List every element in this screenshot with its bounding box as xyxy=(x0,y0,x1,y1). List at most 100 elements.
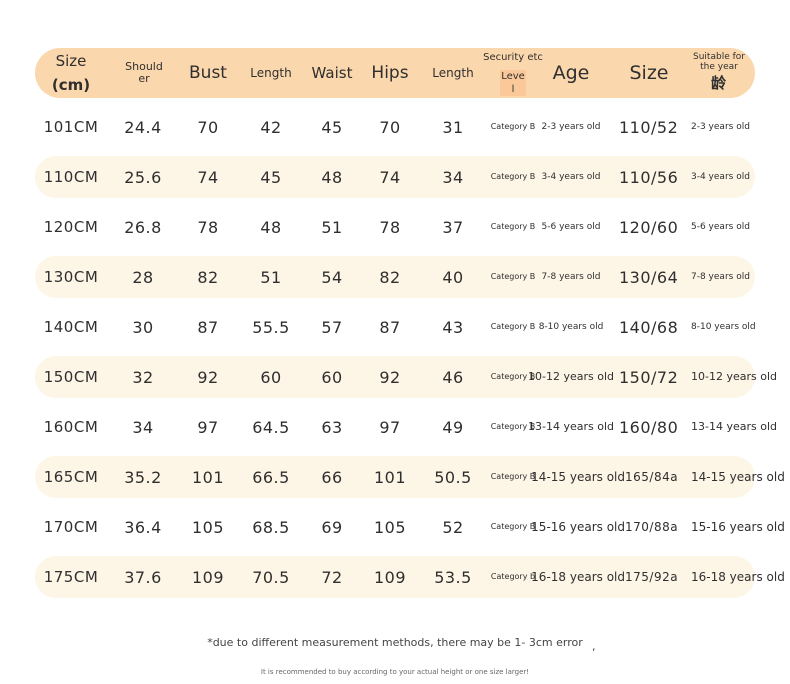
cell-size: 175/92a xyxy=(625,570,679,584)
cell-bust: 78 xyxy=(197,217,219,237)
table-row: 170CM 36.4 105 68.5 69 105 52 Category B 15-16 y… xyxy=(35,506,785,548)
cell-height: 165CM xyxy=(43,468,99,486)
cell-size: 110/56 xyxy=(619,167,679,187)
cell-height: 101CM xyxy=(43,118,99,136)
header-age: Age xyxy=(552,62,590,84)
cell-bust: 97 xyxy=(197,417,219,437)
cell-shoulder: 24.4 xyxy=(124,117,162,137)
header-length-2: Length xyxy=(432,66,474,80)
cell-suitable-age: 2-3 years old xyxy=(691,122,750,132)
cell-bust: 101 xyxy=(191,467,225,487)
cell-length-2: 49 xyxy=(442,417,464,437)
cell-waist: 63 xyxy=(321,417,343,437)
cell-suitable-age: 7-8 years old xyxy=(691,272,750,282)
cell-security-level: Category B xyxy=(490,222,536,231)
table-row: 130CM 28 82 51 54 82 40 Category B 7-8 years old… xyxy=(35,256,755,298)
purchase-note: It is recommended to buy according to yo… xyxy=(260,668,530,676)
cell-bust: 82 xyxy=(197,267,219,287)
cell-length: 66.5 xyxy=(252,467,290,487)
cell-age: 10-12 years old xyxy=(528,370,614,383)
cell-hips: 74 xyxy=(379,167,401,187)
cell-shoulder: 32 xyxy=(132,367,154,387)
cell-height: 130CM xyxy=(43,268,99,286)
cell-length-2: 46 xyxy=(442,367,464,387)
cell-shoulder: 34 xyxy=(132,417,154,437)
measurement-footnote: *due to different measurement methods, t… xyxy=(207,636,583,649)
cell-shoulder: 28 xyxy=(132,267,154,287)
header-shoulder: Shoulder xyxy=(125,60,163,85)
header-suitable: Suitable for the year 龄 xyxy=(691,48,755,98)
cell-length-2: 34 xyxy=(442,167,464,187)
cell-size: 170/88a xyxy=(625,520,679,534)
cell-age: 7-8 years old xyxy=(541,272,601,282)
cell-height: 120CM xyxy=(43,218,99,236)
table-row: 101CM 24.4 70 42 45 70 31 Category B 2-3 years o… xyxy=(35,106,755,148)
header-security: Security etc Level xyxy=(483,48,543,98)
header-size-2: Size xyxy=(629,62,669,84)
cell-shoulder: 36.4 xyxy=(124,517,162,537)
cell-shoulder: 25.6 xyxy=(124,167,162,187)
cell-waist: 60 xyxy=(321,367,343,387)
cell-bust: 70 xyxy=(197,117,219,137)
cell-age: 14-15 years old xyxy=(531,470,625,484)
cell-waist: 72 xyxy=(321,567,343,587)
table-row: 120CM 26.8 78 48 51 78 37 Category B 5-6 years o… xyxy=(35,206,755,248)
header-suitable-kanji: 龄 xyxy=(711,74,727,92)
cell-shoulder: 26.8 xyxy=(124,217,162,237)
header-hips: Hips xyxy=(371,63,409,83)
table-header: Size (cm) Shoulder Bust Length Waist Hip… xyxy=(35,48,755,98)
cell-suitable-age: 3-4 years old xyxy=(691,172,750,182)
cell-size: 140/68 xyxy=(619,317,679,337)
table-row: 160CM 34 97 64.5 63 97 49 Category B 13-14 years… xyxy=(35,406,777,448)
cell-suitable-age: 5-6 years old xyxy=(691,222,750,232)
cell-shoulder: 37.6 xyxy=(124,567,162,587)
cell-bust: 92 xyxy=(197,367,219,387)
cell-shoulder: 30 xyxy=(132,317,154,337)
cell-security-level: Category B xyxy=(490,272,536,281)
cell-waist: 45 xyxy=(321,117,343,137)
cell-age: 13-14 years old xyxy=(528,420,614,433)
cell-shoulder: 35.2 xyxy=(124,467,162,487)
cell-length: 70.5 xyxy=(252,567,290,587)
cell-hips: 105 xyxy=(373,517,407,537)
cell-length-2: 43 xyxy=(442,317,464,337)
header-length: Length xyxy=(250,66,292,80)
cell-age: 2-3 years old xyxy=(541,122,601,132)
cell-length: 55.5 xyxy=(252,317,290,337)
cell-size: 160/80 xyxy=(619,417,679,437)
cell-length: 42 xyxy=(260,117,282,137)
cell-length: 60 xyxy=(260,367,282,387)
cell-suitable-age: 8-10 years old xyxy=(691,322,756,332)
cell-hips: 101 xyxy=(373,467,407,487)
cell-hips: 78 xyxy=(379,217,401,237)
cell-bust: 74 xyxy=(197,167,219,187)
cell-length: 45 xyxy=(260,167,282,187)
cell-length: 51 xyxy=(260,267,282,287)
cell-waist: 69 xyxy=(321,517,343,537)
size-chart-table: Size (cm) Shoulder Bust Length Waist Hip… xyxy=(35,48,785,598)
cell-length: 64.5 xyxy=(252,417,290,437)
cell-size: 110/52 xyxy=(619,117,679,137)
header-size-unit: (cm) xyxy=(51,76,91,94)
cell-suitable-age: 16-18 years old xyxy=(691,570,785,584)
cell-waist: 57 xyxy=(321,317,343,337)
header-size-label: Size xyxy=(55,52,87,70)
cell-bust: 105 xyxy=(191,517,225,537)
cell-waist: 54 xyxy=(321,267,343,287)
cell-height: 140CM xyxy=(43,318,99,336)
cell-length-2: 31 xyxy=(442,117,464,137)
cell-length-2: 53.5 xyxy=(434,567,472,587)
cell-waist: 51 xyxy=(321,217,343,237)
cell-hips: 70 xyxy=(379,117,401,137)
cell-age: 5-6 years old xyxy=(541,222,601,232)
cell-hips: 82 xyxy=(379,267,401,287)
cell-height: 160CM xyxy=(43,418,99,436)
cell-age: 8-10 years old xyxy=(538,322,604,332)
cell-length-2: 50.5 xyxy=(434,467,472,487)
table-body: 101CM 24.4 70 42 45 70 31 Category B 2-3 years o… xyxy=(35,106,785,598)
cell-bust: 109 xyxy=(191,567,225,587)
cell-suitable-age: 13-14 years old xyxy=(691,420,777,433)
cell-height: 175CM xyxy=(43,568,99,586)
cell-length-2: 37 xyxy=(442,217,464,237)
cell-security-level: Category B xyxy=(490,172,536,181)
